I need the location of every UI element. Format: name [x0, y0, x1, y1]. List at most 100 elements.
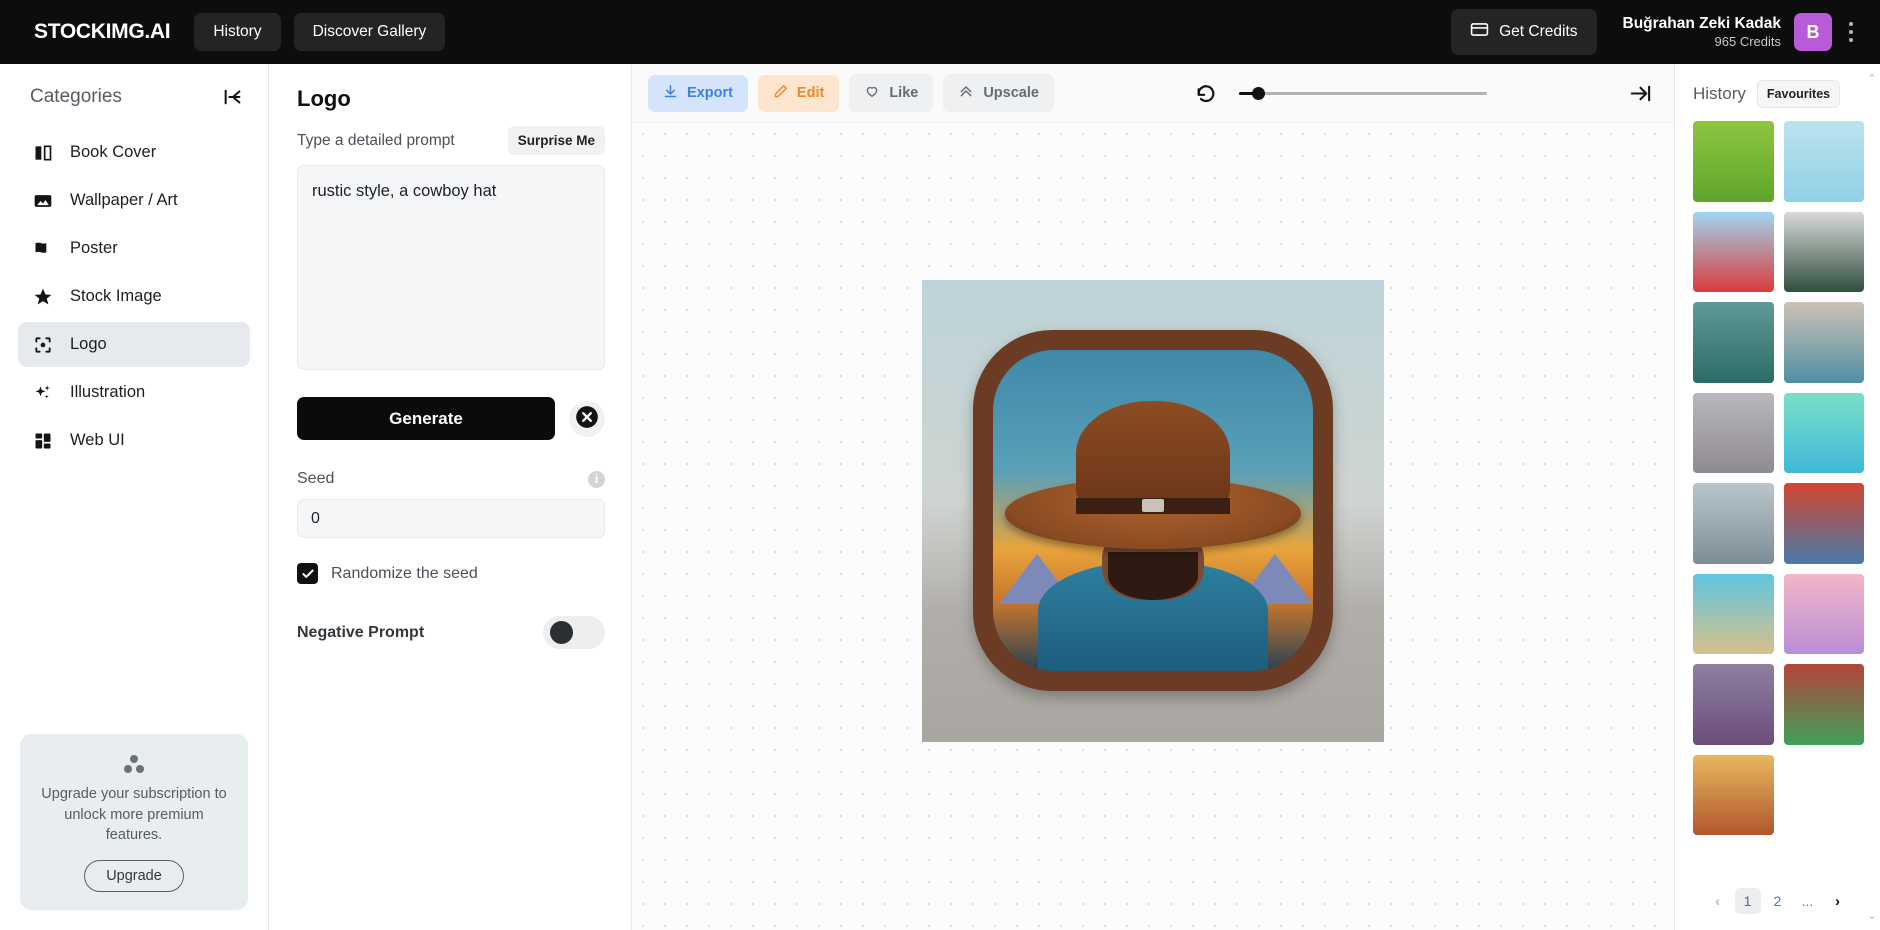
user-info[interactable]: Buğrahan Zeki Kadak 965 Credits: [1623, 14, 1782, 50]
negative-prompt-toggle[interactable]: [543, 616, 605, 649]
image-icon: [32, 190, 53, 211]
thumb-sandwich-mint[interactable]: [1783, 392, 1864, 473]
logo-frame: [972, 330, 1334, 691]
favourites-button[interactable]: Favourites: [1756, 80, 1841, 108]
download-icon: [663, 84, 678, 103]
sidebar-item-web-ui[interactable]: Web UI: [18, 418, 250, 463]
randomize-seed-label: Randomize the seed: [331, 564, 478, 582]
user-credits: 965 Credits: [1714, 33, 1781, 49]
surprise-me-button[interactable]: Surprise Me: [507, 126, 605, 155]
scroll-down-icon[interactable]: ⌄: [1867, 909, 1876, 922]
thumb-burger-red[interactable]: [1783, 121, 1864, 202]
pagination-ellipsis: ...: [1801, 893, 1814, 909]
randomize-seed-checkbox[interactable]: [297, 563, 318, 584]
pagination-prev[interactable]: ‹: [1705, 888, 1731, 914]
undo-icon[interactable]: [1195, 82, 1217, 104]
flag-icon: [32, 238, 53, 259]
pagination-next[interactable]: ›: [1825, 888, 1851, 914]
upscale-label: Upscale: [983, 85, 1039, 101]
history-panel: History Favourites ‹ 1 2 ... › ⌃ ⌄: [1674, 64, 1880, 930]
focus-dot-icon: [32, 334, 53, 355]
sidebar-item-illustration[interactable]: Illustration: [18, 370, 250, 415]
hat-crown: [1076, 401, 1230, 511]
thumb-teal-car[interactable]: [1693, 573, 1774, 654]
nav-discover-gallery[interactable]: Discover Gallery: [293, 13, 446, 51]
prompt-label: Type a detailed prompt: [297, 131, 455, 149]
seed-input[interactable]: [297, 499, 605, 538]
sidebar: Categories Book Cover Wallpaper / Art Po…: [0, 64, 269, 930]
seed-row: Seed i: [297, 470, 605, 488]
premium-dots-icon: [36, 754, 232, 774]
sidebar-item-wallpaper-art[interactable]: Wallpaper / Art: [18, 178, 250, 223]
logo-scene: [992, 350, 1314, 671]
clear-button[interactable]: [569, 400, 605, 437]
heart-icon: [864, 83, 880, 103]
generate-button[interactable]: Generate: [297, 397, 555, 440]
negative-prompt-row: Negative Prompt: [297, 616, 605, 649]
sidebar-item-label: Logo: [70, 335, 107, 353]
grid-icon: [32, 430, 53, 451]
sidebar-item-stock-image[interactable]: Stock Image: [18, 274, 250, 319]
get-credits-button[interactable]: Get Credits: [1451, 9, 1597, 55]
sidebar-item-label: Wallpaper / Art: [70, 191, 178, 209]
sparkles-icon: [32, 382, 53, 403]
more-options-icon[interactable]: [1838, 13, 1864, 51]
sidebar-item-book-cover[interactable]: Book Cover: [18, 130, 250, 175]
generated-image[interactable]: [922, 279, 1384, 742]
pagination-page-1[interactable]: 1: [1734, 888, 1761, 914]
sidebar-item-label: Book Cover: [70, 143, 157, 161]
thumb-mushroom-knight[interactable]: [1693, 302, 1774, 383]
thumb-burger-blue[interactable]: [1693, 211, 1774, 292]
brand-logo[interactable]: STOCKIMG.AI: [34, 20, 171, 44]
sidebar-item-logo[interactable]: Logo: [18, 322, 250, 367]
pencil-icon: [773, 84, 788, 103]
history-grid: [1675, 121, 1880, 876]
upgrade-button[interactable]: Upgrade: [84, 860, 184, 892]
edit-label: Edit: [796, 85, 825, 101]
randomize-seed-row[interactable]: Randomize the seed: [297, 563, 605, 584]
canvas-area[interactable]: [632, 122, 1674, 930]
history-scrollbar[interactable]: ⌃ ⌄: [1866, 72, 1878, 922]
thumb-sword-emblem[interactable]: [1783, 211, 1864, 292]
pagination: ‹ 1 2 ... ›: [1675, 876, 1880, 930]
thumb-blue-truck[interactable]: [1783, 483, 1864, 564]
pagination-page-2[interactable]: 2: [1765, 888, 1791, 914]
upscale-button[interactable]: Upscale: [943, 74, 1054, 112]
hat-buckle: [1141, 499, 1165, 513]
sidebar-item-label: Poster: [70, 239, 118, 257]
like-button[interactable]: Like: [849, 74, 934, 112]
slider-thumb[interactable]: [1252, 87, 1266, 100]
top-bar: STOCKIMG.AI History Discover Gallery Get…: [0, 0, 1880, 64]
skip-to-end-icon[interactable]: [1629, 82, 1652, 105]
scroll-up-icon[interactable]: ⌃: [1867, 72, 1876, 85]
export-label: Export: [687, 85, 733, 101]
upgrade-card: Upgrade your subscription to unlock more…: [20, 734, 248, 910]
thumb-eiffel-tower[interactable]: [1783, 302, 1864, 383]
thumb-purple-portrait[interactable]: [1693, 664, 1774, 745]
upgrade-text: Upgrade your subscription to unlock more…: [41, 786, 227, 844]
avatar[interactable]: B: [1794, 13, 1832, 51]
slider-track: [1239, 92, 1488, 95]
collapse-sidebar-icon[interactable]: [222, 86, 244, 108]
sidebar-item-poster[interactable]: Poster: [18, 226, 250, 271]
sidebar-item-label: Stock Image: [70, 287, 162, 305]
thumb-red-car[interactable]: [1693, 483, 1774, 564]
info-icon[interactable]: i: [588, 470, 605, 488]
prompt-label-row: Type a detailed prompt Surprise Me: [297, 126, 605, 155]
get-credits-label: Get Credits: [1499, 23, 1578, 40]
generate-row: Generate: [297, 397, 605, 440]
history-slider[interactable]: [1239, 84, 1488, 102]
thumb-burger-flag[interactable]: [1783, 664, 1864, 745]
thumb-pixel-village[interactable]: [1693, 121, 1774, 202]
thumb-dessert-plate[interactable]: [1693, 392, 1774, 473]
sidebar-item-label: Web UI: [70, 431, 125, 449]
toggle-knob: [550, 621, 573, 644]
sidebar-item-label: Illustration: [70, 383, 146, 401]
export-button[interactable]: Export: [648, 74, 748, 112]
prompt-input[interactable]: [297, 165, 605, 370]
edit-button[interactable]: Edit: [757, 74, 840, 112]
nav-history[interactable]: History: [194, 13, 281, 51]
thumb-cowboy-hat[interactable]: [1693, 754, 1774, 835]
thumb-pilot-avatar[interactable]: [1783, 573, 1864, 654]
